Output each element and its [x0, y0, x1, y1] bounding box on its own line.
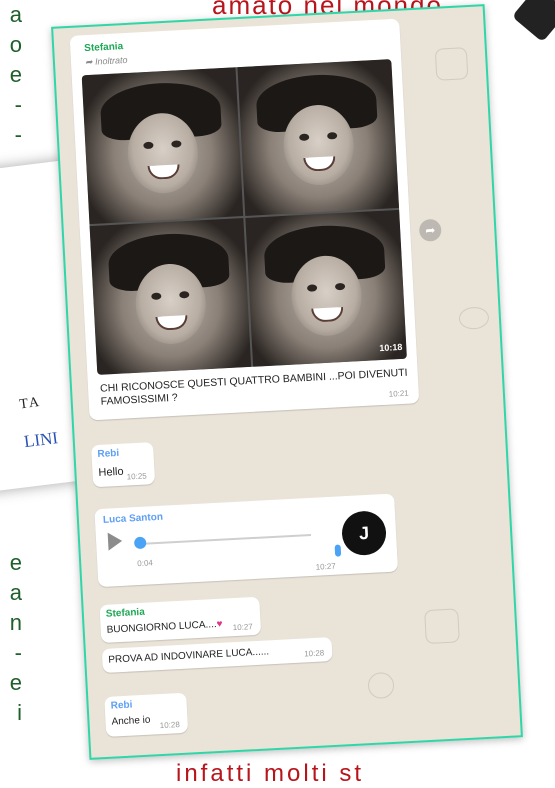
eye-shape	[143, 141, 154, 150]
article-left-fragments-top: a o e - -	[0, 0, 22, 150]
message-bubble[interactable]: Rebi Anche io 10:28	[104, 692, 189, 737]
audio-track[interactable]	[136, 533, 312, 546]
article-bottom-text: infatti molti st	[176, 760, 365, 787]
message-bubble[interactable]: PROVA AD INDOVINARE LUCA...... 10:28	[101, 637, 333, 674]
wallpaper-doodle	[424, 608, 460, 645]
paper-text: LINI	[22, 428, 60, 452]
article-fragment: -	[14, 640, 22, 665]
message-bubble[interactable]: Rebi Hello 10:25	[91, 442, 156, 488]
message-timestamp: 10:28	[159, 720, 181, 731]
chat-screenshot: Stefania ➦ Inoltrato 10:18 CHI RICONOSCE…	[51, 4, 523, 760]
wallpaper-doodle	[367, 671, 395, 700]
article-fragment: i	[17, 700, 22, 725]
article-left-fragments-bottom: e a n - e i	[0, 548, 22, 728]
eye-shape	[326, 131, 338, 140]
heart-emoji-icon: ♥	[216, 618, 223, 631]
article-fragment: n	[9, 610, 22, 635]
corner-decoration	[511, 0, 555, 43]
mouth-shape	[147, 164, 181, 180]
message-timestamp: 10:28	[303, 648, 325, 659]
article-fragment: e	[9, 62, 22, 87]
message-text-wrap: BUONGIORNO LUCA....♥	[106, 619, 222, 636]
avatar[interactable]: J	[340, 510, 388, 557]
microphone-icon	[334, 544, 342, 557]
photo-quadrant	[81, 67, 244, 225]
message-caption: CHI RICONOSCE QUESTI QUATTRO BAMBINI ...…	[99, 366, 408, 408]
eye-shape	[179, 290, 190, 299]
audio-scrubber[interactable]	[133, 536, 147, 550]
play-icon[interactable]	[107, 531, 123, 551]
article-fragment: -	[14, 122, 22, 147]
sender-name: Luca Santon	[102, 511, 164, 526]
eye-shape	[151, 292, 162, 300]
message-timestamp: 10:25	[126, 471, 147, 482]
wallpaper-doodle	[434, 47, 469, 81]
forward-arrow-icon: ➦	[84, 56, 93, 68]
message-text: Anche io	[111, 714, 151, 728]
eye-shape	[334, 282, 346, 291]
message-bubble-photo[interactable]: Stefania ➦ Inoltrato 10:18 CHI RICONOSCE…	[69, 18, 420, 421]
article-fragment: a	[9, 2, 22, 27]
paper-text: TA	[18, 394, 42, 413]
sender-name: Rebi	[110, 699, 133, 712]
forwarded-label: ➦ Inoltrato	[85, 55, 128, 68]
message-bubble[interactable]: Stefania BUONGIORNO LUCA....♥ 10:27	[99, 596, 262, 644]
message-text: BUONGIORNO LUCA....	[106, 619, 217, 636]
eye-shape	[299, 133, 310, 141]
audio-duration: 0:04	[137, 558, 154, 569]
article-fragment: -	[14, 92, 22, 117]
message-photo[interactable]	[81, 59, 407, 375]
message-text: PROVA AD INDOVINARE LUCA......	[108, 646, 270, 666]
mouth-shape	[155, 315, 189, 331]
message-text: Hello	[98, 465, 124, 479]
message-timestamp: 10:27	[232, 622, 253, 633]
article-fragment: e	[9, 670, 22, 695]
mouth-shape	[311, 306, 344, 323]
share-icon[interactable]: ➦	[418, 218, 442, 242]
article-fragment: o	[9, 32, 22, 57]
photo-quadrant	[89, 218, 252, 375]
message-timestamp: 10:27	[315, 561, 336, 572]
message-timestamp: 10:21	[388, 388, 409, 399]
photo-quadrant	[237, 59, 400, 216]
sender-name: Rebi	[97, 447, 120, 461]
wallpaper-doodle	[458, 306, 490, 330]
mouth-shape	[303, 156, 336, 172]
eye-shape	[171, 140, 182, 148]
forwarded-text: Inoltrato	[94, 54, 128, 67]
article-fragment: a	[9, 580, 22, 605]
photo-timestamp: 10:18	[379, 341, 403, 354]
sender-name: Stefania	[105, 606, 146, 620]
message-bubble-voice[interactable]: Luca Santon 0:04 J 10:27	[94, 493, 399, 588]
article-fragment: e	[9, 550, 22, 575]
sender-name: Stefania	[83, 41, 124, 55]
eye-shape	[306, 284, 318, 292]
